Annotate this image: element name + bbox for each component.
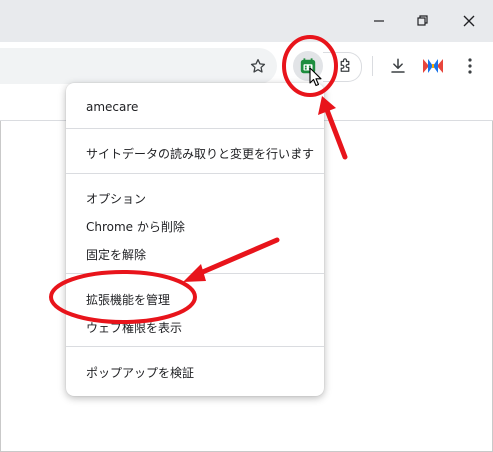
cursor-icon bbox=[309, 67, 322, 87]
minimize-icon[interactable] bbox=[364, 6, 394, 36]
restore-icon[interactable] bbox=[408, 6, 438, 36]
menu-item-manage-extensions[interactable]: 拡張機能を管理 bbox=[86, 291, 170, 308]
menu-separator bbox=[66, 128, 324, 129]
menu-separator bbox=[66, 273, 324, 274]
menu-separator bbox=[66, 346, 324, 347]
menu-separator bbox=[66, 173, 324, 174]
menu-item-site-data[interactable]: サイトデータの読み取りと変更を行います bbox=[86, 145, 314, 162]
toolbar-divider bbox=[372, 56, 373, 76]
close-icon[interactable] bbox=[454, 6, 484, 36]
download-icon[interactable] bbox=[383, 51, 413, 81]
menu-item-unpin[interactable]: 固定を解除 bbox=[86, 246, 146, 263]
puzzle-icon[interactable] bbox=[330, 51, 360, 81]
menu-item-inspect-popup[interactable]: ポップアップを検証 bbox=[86, 364, 194, 381]
address-bar[interactable] bbox=[0, 48, 277, 84]
chevron-right-icon: › bbox=[296, 143, 302, 158]
more-vert-icon[interactable] bbox=[455, 51, 485, 81]
menu-item-remove-from-chrome[interactable]: Chrome から削除 bbox=[86, 218, 185, 235]
title-bar bbox=[0, 0, 493, 42]
extension-context-menu: amecare サイトデータの読み取りと変更を行います › オプション Chro… bbox=[66, 83, 324, 396]
profile-icon[interactable] bbox=[418, 51, 448, 81]
menu-item-view-web-permissions[interactable]: ウェブ権限を表示 bbox=[86, 319, 182, 336]
menu-item-options[interactable]: オプション bbox=[86, 190, 146, 207]
menu-title: amecare bbox=[86, 100, 139, 114]
star-icon[interactable] bbox=[243, 51, 273, 81]
